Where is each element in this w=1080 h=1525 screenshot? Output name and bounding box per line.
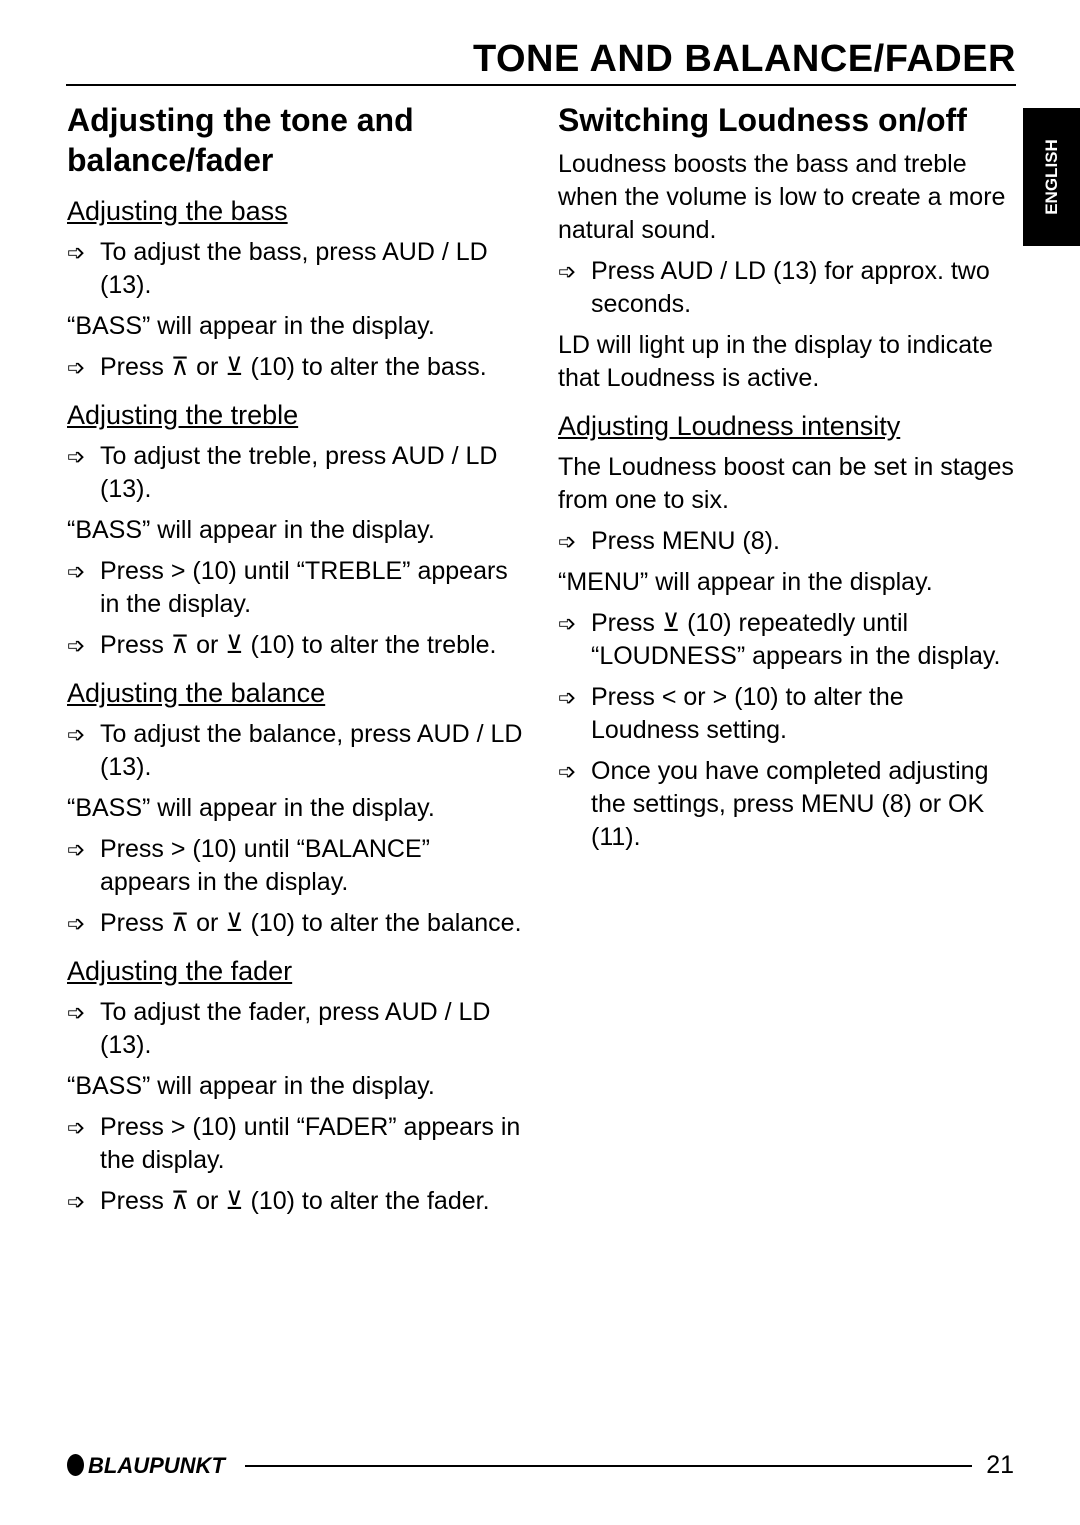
fader-heading: Adjusting the fader [67, 956, 293, 986]
arrow-icon: ➩ [67, 1000, 86, 1025]
arrow-icon: ➩ [558, 259, 577, 284]
arrow-icon: ➩ [67, 559, 86, 584]
step: ➩ Press > (10) until “BALANCE” appears in… [67, 835, 430, 896]
note: The Loudness boost can be set in stages … [558, 453, 1014, 514]
intensity-heading: Adjusting Loudness intensity [558, 411, 901, 441]
note: “BASS” will appear in the display. [67, 794, 435, 822]
right-column: Switching Loudness on/off Loudness boost… [558, 100, 1018, 862]
brand-logo: BLAUPUNKT [67, 1453, 225, 1479]
loudness-heading: Switching Loudness on/off [558, 102, 967, 138]
arrow-icon: ➩ [67, 444, 86, 469]
arrow-icon: ➩ [558, 529, 577, 554]
note: “BASS” will appear in the display. [67, 312, 435, 340]
step: ➩ To adjust the treble, press AUD / LD (1… [67, 442, 498, 503]
arrow-icon: ➩ [558, 685, 577, 710]
arrow-icon: ➩ [558, 611, 577, 636]
arrow-icon: ➩ [67, 355, 86, 380]
step: ➩ Press AUD / LD (13) for approx. two sec… [558, 257, 990, 318]
arrow-icon: ➩ [67, 633, 86, 658]
title-divider [66, 84, 1016, 86]
note: “MENU” will appear in the display. [558, 568, 933, 596]
step: ➩ Press < or > (10) to alter the Loudness… [558, 683, 904, 744]
step: ➩ Press ⊼ or ⊻ (10) to alter the balance. [67, 907, 527, 940]
arrow-icon: ➩ [67, 1189, 86, 1214]
step: ➩ Press MENU (8). [558, 525, 1018, 558]
language-tab: ENGLISH [1023, 108, 1080, 246]
step: ➩ Press ⊼ or ⊻ (10) to alter the treble. [67, 629, 527, 662]
treble-heading: Adjusting the treble [67, 400, 299, 430]
footer-divider [245, 1465, 972, 1467]
note: Loudness boosts the bass and treble when… [558, 150, 1006, 244]
page-title: TONE AND BALANCE/FADER [472, 38, 1016, 80]
step: ➩ To adjust the fader, press AUD / LD (13… [67, 998, 491, 1059]
step: ➩ To adjust the bass, press AUD / LD (13)… [67, 238, 488, 299]
balance-heading: Adjusting the balance [67, 678, 326, 708]
step: ➩ Press > (10) until “TREBLE” appears in … [67, 557, 508, 618]
arrow-icon: ➩ [67, 1115, 86, 1140]
left-column: Adjusting the tone and balance/fader Adj… [67, 100, 527, 1226]
step: ➩ Press > (10) until “FADER” appears in t… [67, 1113, 521, 1174]
page-number: 21 [986, 1451, 1014, 1479]
bass-heading: Adjusting the bass [67, 196, 288, 226]
step: ➩ Press ⊻ (10) repeatedly until “LOUDNESS… [558, 609, 1001, 670]
logo-dot-icon [67, 1454, 84, 1476]
arrow-icon: ➩ [67, 722, 86, 747]
step: ➩ Press ⊼ or ⊻ (10) to alter the bass. [67, 351, 527, 384]
step: ➩ Press ⊼ or ⊻ (10) to alter the fader. [67, 1185, 527, 1218]
arrow-icon: ➩ [558, 759, 577, 784]
note: “BASS” will appear in the display. [67, 516, 435, 544]
note: LD will light up in the display to indic… [558, 331, 993, 392]
step: ➩ Once you have completed adjusting the s… [558, 757, 989, 851]
note: “BASS” will appear in the display. [67, 1072, 435, 1100]
arrow-icon: ➩ [67, 837, 86, 862]
step: ➩ To adjust the balance, press AUD / LD (… [67, 720, 523, 781]
section-heading: Adjusting the tone and balance/fader [67, 102, 414, 178]
arrow-icon: ➩ [67, 240, 86, 265]
arrow-icon: ➩ [67, 911, 86, 936]
